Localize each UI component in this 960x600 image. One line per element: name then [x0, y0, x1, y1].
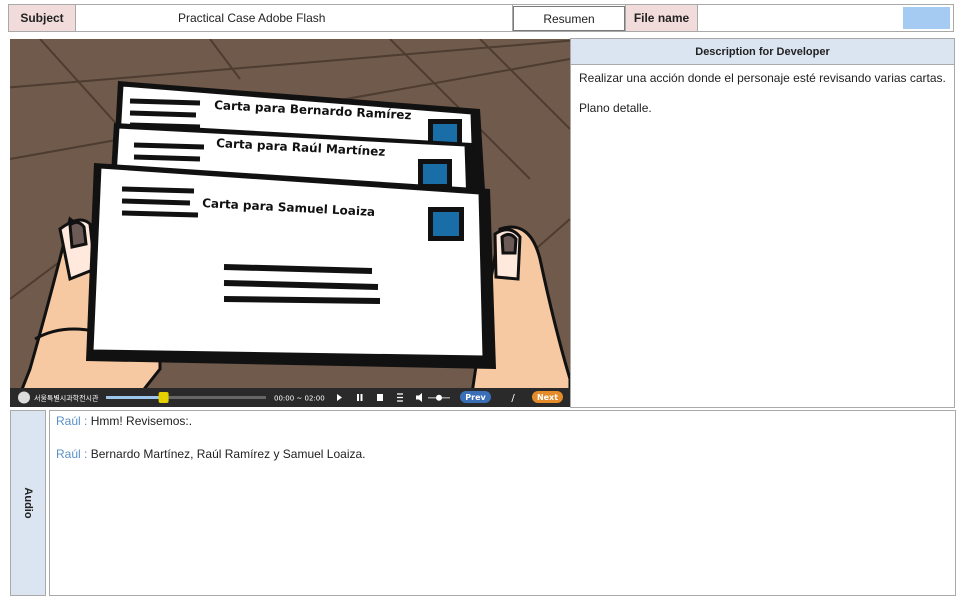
speaker-separator: :: [80, 414, 91, 428]
speaker-separator: :: [80, 447, 91, 461]
description-body: Realizar una acción donde el personaje e…: [571, 65, 954, 116]
subject-value: Practical Case Adobe Flash: [76, 5, 513, 31]
volume-icon[interactable]: [416, 393, 422, 402]
dialogue-text: Bernardo Martínez, Raúl Ramírez y Samuel…: [90, 447, 366, 461]
audio-label: Audio: [22, 487, 34, 519]
header-bar: Subject Practical Case Adobe Flash Resum…: [8, 4, 954, 32]
volume-thumb[interactable]: [436, 394, 442, 401]
audio-label-column: Audio: [10, 410, 46, 596]
resumen-button[interactable]: Resumen: [513, 6, 625, 31]
progress-fill: [106, 396, 164, 399]
subject-label: Subject: [9, 5, 76, 31]
dialogue-text: Hmm! Revisemos:.: [90, 414, 193, 428]
description-header: Description for Developer: [571, 39, 954, 65]
museum-logo-icon: [18, 391, 30, 404]
player-logo-text: 서울특별시과학전시관: [34, 394, 99, 403]
progress-thumb[interactable]: [158, 392, 169, 403]
pause-icon[interactable]: [357, 394, 359, 401]
scene-illustration: Carta para Bernardo Ramírez Carta para R…: [10, 39, 570, 407]
dialogue-line-2: Raúl : Bernardo Martínez, Raúl Ramírez y…: [56, 447, 949, 461]
speaker-name: Raúl: [56, 447, 81, 461]
speaker-name: Raúl: [56, 414, 81, 428]
play-icon[interactable]: [337, 394, 342, 401]
description-panel: Description for Developer Realizar una a…: [570, 38, 955, 408]
dialogue-line-1: Raúl : Hmm! Revisemos:.: [56, 414, 949, 428]
description-paragraph-2: Plano detalle.: [579, 101, 652, 115]
media-player-bar: 서울특별시과학전시관 00:00 ~ 02:00 Prev / Next: [10, 388, 570, 407]
letters-scene-svg: Carta para Bernardo Ramírez Carta para R…: [10, 39, 570, 407]
audio-script-box: Raúl : Hmm! Revisemos:. Raúl : Bernardo …: [49, 410, 956, 596]
file-name-label: File name: [625, 5, 698, 31]
description-paragraph-1: Realizar una acción donde el personaje e…: [579, 71, 946, 85]
nav-separator: /: [511, 393, 515, 404]
player-controls-svg: 서울특별시과학전시관 00:00 ~ 02:00 Prev / Next: [18, 391, 563, 404]
letter-front: Carta para Samuel Loaiza: [86, 163, 496, 369]
player-time: 00:00 ~ 02:00: [274, 395, 325, 403]
menu-icon[interactable]: [397, 393, 403, 402]
file-name-indicator: [903, 7, 950, 29]
stop-icon[interactable]: [377, 394, 383, 401]
prev-button-label[interactable]: Prev: [465, 393, 486, 402]
next-button-label[interactable]: Next: [537, 393, 558, 402]
